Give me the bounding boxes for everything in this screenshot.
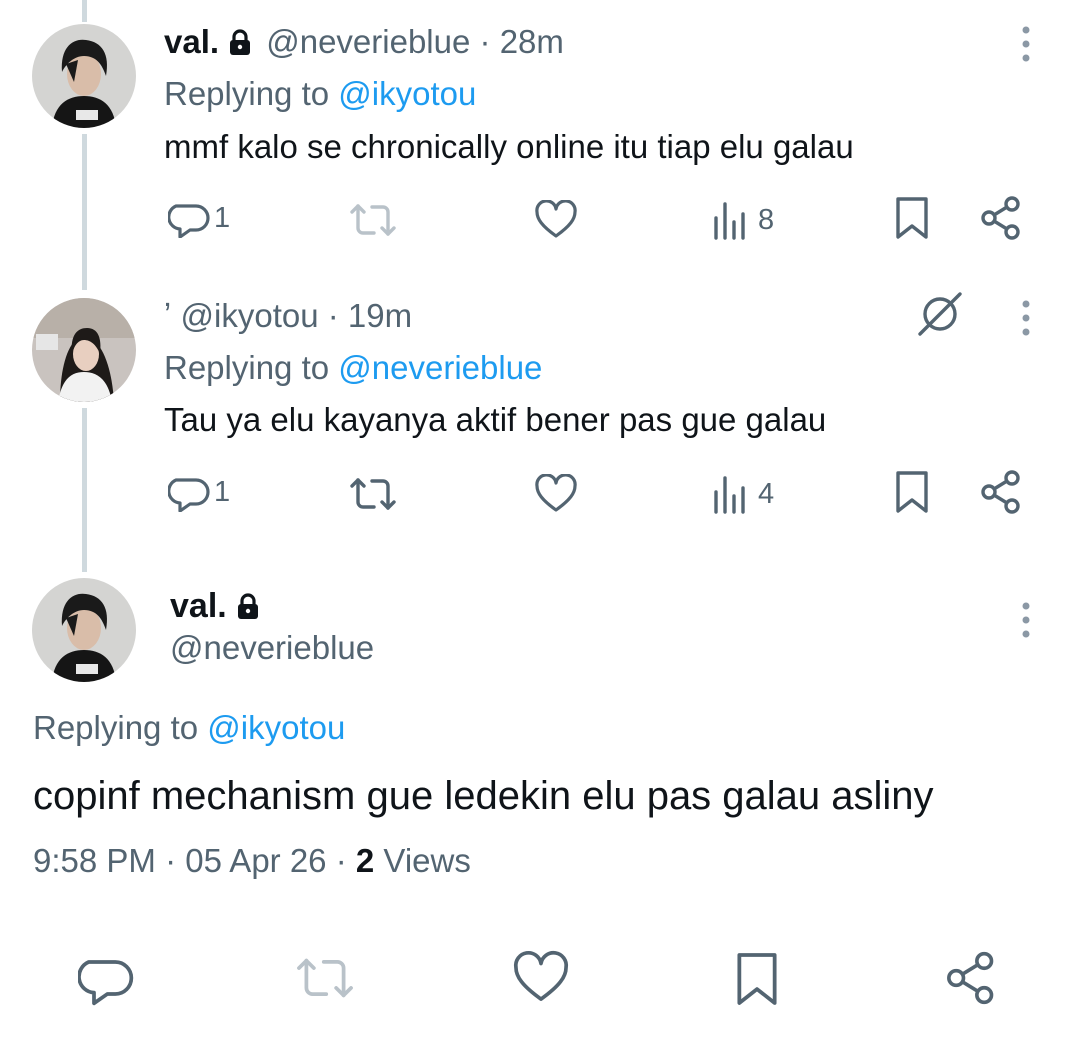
tweet-date[interactable]: 05 Apr 26 — [185, 842, 326, 879]
thread-line-1 — [82, 134, 87, 290]
thread-line-2 — [82, 408, 87, 572]
separator-dot: · — [479, 23, 491, 60]
tweet-text: mmf kalo se chronically online itu tiap … — [164, 128, 854, 165]
heart-icon — [513, 950, 569, 1001]
views-count: 4 — [758, 477, 775, 510]
speech-bubble-icon — [78, 960, 134, 1006]
like-button[interactable] — [534, 198, 578, 242]
replying-to: Replying to @ikyotou — [33, 709, 346, 746]
separator-dot: · — [165, 842, 177, 879]
replying-to: Replying to @neverieblue — [164, 349, 543, 386]
tweet-time[interactable]: 19m — [348, 297, 412, 334]
tweet-time[interactable]: 28m — [500, 23, 564, 60]
speech-bubble-icon — [168, 478, 210, 512]
bar-chart-icon — [714, 476, 745, 514]
reply-button[interactable] — [78, 950, 134, 1006]
retweet-button[interactable] — [294, 950, 353, 1006]
share-nodes-icon — [947, 951, 994, 1005]
vertical-dots-icon — [1022, 602, 1030, 638]
share-button[interactable] — [980, 470, 1024, 514]
tweet-header: val. @neverieblue · 28m — [164, 22, 564, 62]
retweet-button[interactable] — [348, 472, 398, 516]
bookmark-icon — [737, 953, 777, 1005]
like-button[interactable] — [512, 950, 569, 1006]
padlock-icon — [237, 593, 259, 620]
share-button[interactable] — [980, 196, 1024, 240]
tweet-time[interactable]: 9:58 PM — [33, 842, 156, 879]
avatar[interactable] — [32, 298, 136, 402]
bookmark-button[interactable] — [894, 470, 930, 514]
share-button[interactable] — [945, 950, 1001, 1006]
reply-button[interactable]: 1 — [168, 470, 230, 514]
more-options-button[interactable] — [1014, 600, 1038, 640]
retweet-button[interactable] — [348, 198, 398, 242]
reply-count: 1 — [214, 201, 231, 234]
share-nodes-icon — [981, 470, 1020, 514]
replying-to: Replying to @ikyotou — [164, 75, 477, 112]
display-name[interactable]: ʼ — [164, 297, 171, 334]
separator-dot: · — [327, 297, 339, 334]
bookmark-icon — [896, 197, 928, 239]
views-count: 8 — [758, 203, 775, 236]
like-button[interactable] — [534, 472, 578, 516]
display-name[interactable]: val. — [170, 587, 227, 625]
more-options-button[interactable] — [1014, 298, 1038, 338]
views-label: Views — [383, 842, 471, 879]
speech-bubble-icon — [168, 204, 210, 238]
heart-icon — [535, 474, 577, 512]
separator-dot: · — [335, 842, 347, 879]
bookmark-button[interactable] — [733, 950, 789, 1006]
avatar[interactable] — [32, 578, 136, 682]
mention-link[interactable]: @neverieblue — [338, 349, 542, 386]
padlock-icon — [229, 29, 251, 56]
display-name[interactable]: val. — [164, 23, 219, 60]
retweet-arrows-icon — [297, 958, 353, 998]
user-handle[interactable]: @neverieblue — [266, 23, 470, 60]
tweet-meta: 9:58 PM · 05 Apr 26 · 2 Views — [33, 841, 471, 881]
share-nodes-icon — [981, 196, 1020, 240]
user-handle[interactable]: @ikyotou — [181, 297, 319, 334]
tweet-text: Tau ya elu kayanya aktif bener pas gue g… — [164, 401, 827, 438]
reply-count: 1 — [214, 475, 231, 508]
bar-chart-icon — [714, 202, 745, 240]
views-button[interactable]: 8 — [712, 198, 774, 242]
grok-slash-icon — [918, 292, 962, 336]
tweet-header: ʼ @ikyotou · 19m — [164, 296, 412, 336]
more-options-button[interactable] — [1014, 24, 1038, 64]
thread-line-top — [82, 0, 87, 22]
retweet-arrows-icon — [350, 478, 396, 510]
mention-link[interactable]: @ikyotou — [207, 709, 345, 746]
bookmark-button[interactable] — [894, 196, 930, 240]
detail-display-name: val. — [170, 586, 265, 626]
views-count: 2 — [355, 842, 375, 879]
bookmark-icon — [896, 471, 928, 513]
vertical-dots-icon — [1022, 26, 1030, 62]
heart-icon — [535, 200, 577, 238]
reply-button[interactable]: 1 — [168, 196, 230, 240]
views-button[interactable]: 4 — [712, 472, 774, 516]
user-handle[interactable]: @neverieblue — [170, 628, 374, 668]
vertical-dots-icon — [1022, 300, 1030, 336]
retweet-arrows-icon — [350, 204, 396, 236]
mention-link[interactable]: @ikyotou — [338, 75, 476, 112]
grok-button[interactable] — [916, 290, 964, 338]
avatar[interactable] — [32, 24, 136, 128]
tweet-text: copinf mechanism gue ledekin elu pas gal… — [33, 774, 934, 818]
